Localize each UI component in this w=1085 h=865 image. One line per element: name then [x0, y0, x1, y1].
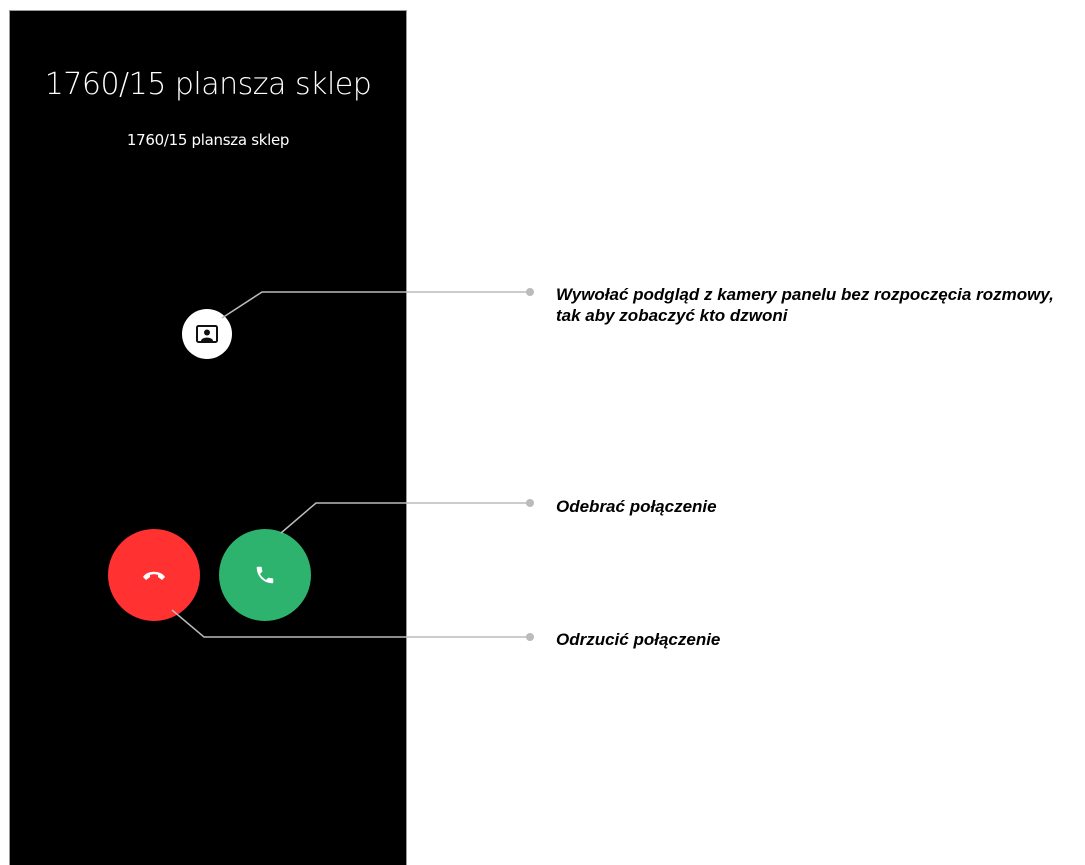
incoming-call-screen: 1760/15 plansza sklep 1760/15 plansza sk…	[9, 10, 407, 865]
camera-preview-icon	[196, 325, 218, 343]
callout-preview-text: Wywołać podgląd z kamery panelu bez rozp…	[556, 285, 1054, 325]
reject-call-button[interactable]	[108, 529, 200, 621]
caller-subtitle: 1760/15 plansza sklep	[126, 131, 290, 149]
camera-preview-button[interactable]	[182, 309, 232, 359]
phone-icon	[256, 566, 274, 584]
callout-reject-text: Odrzucić połączenie	[556, 630, 721, 649]
callout-answer-text: Odebrać połączenie	[556, 497, 717, 516]
hang-up-icon	[143, 571, 165, 580]
caller-title: 1760/15 plansza sklep	[44, 67, 372, 102]
answer-call-button[interactable]	[219, 529, 311, 621]
